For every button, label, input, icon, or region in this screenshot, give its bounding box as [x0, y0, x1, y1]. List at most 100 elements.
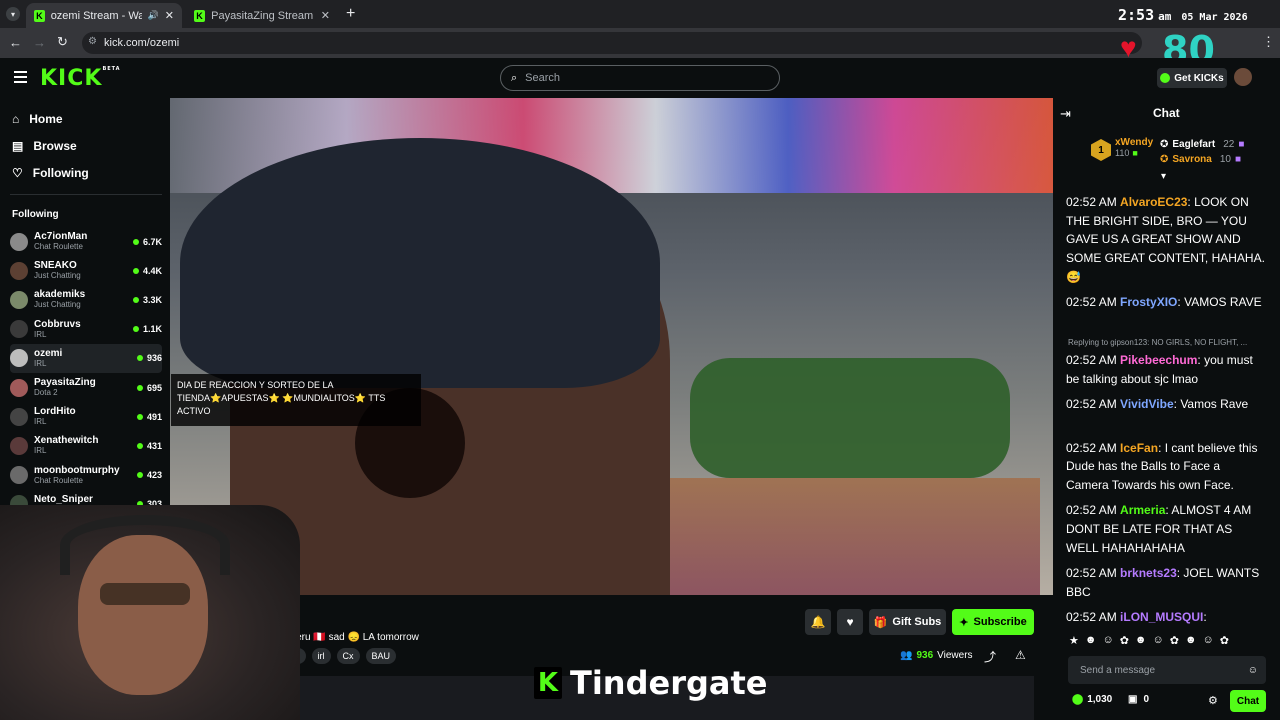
get-kicks-button[interactable]: Get KICKs [1157, 68, 1227, 88]
emote-icon[interactable]: ★ [1069, 634, 1079, 648]
followed-channel[interactable]: LordHito IRL 491 [10, 402, 162, 431]
followed-channel[interactable]: Ac7ionMan Chat Roulette 6.7K [10, 227, 162, 256]
emote-icon[interactable]: ☺ [1102, 634, 1113, 648]
message-username[interactable]: Armeria [1120, 503, 1165, 517]
followed-channel[interactable]: PayasitaZing Dota 2 695 [10, 373, 162, 402]
chat-message[interactable]: 02:52 AM iLON_MUSQUI: [1066, 608, 1266, 627]
tag-pill[interactable]: irl [311, 648, 331, 664]
emote-icon[interactable]: ☻ [1085, 634, 1097, 648]
speaker-icon: 🔊 [147, 10, 159, 20]
video-player[interactable]: DIA DE REACCION Y SORTEO DE LA TIENDA⭐AP… [170, 98, 1053, 595]
channel-text: akademiks Just Chatting [34, 289, 85, 310]
emote-icon[interactable]: ✿ [1220, 634, 1229, 648]
clock-overlay: 2:53 am 05 Mar 2026 [1118, 6, 1248, 24]
channel-avatar [10, 290, 28, 309]
forward-icon[interactable]: → [33, 35, 46, 50]
search-input[interactable]: ⌕ Search [500, 65, 780, 91]
banner-text: Tindergate [570, 664, 768, 702]
channel-category: IRL [34, 417, 47, 427]
tag-pill[interactable]: BAU [365, 648, 397, 664]
chat-message[interactable]: 02:52 AM Armeria: ALMOST 4 AM DONT BE LA… [1066, 501, 1266, 557]
url-field[interactable]: ⚙ kick.com/ozemi [82, 32, 1142, 54]
chat-input[interactable]: Send a message ☺ [1068, 656, 1266, 684]
channel-viewers: 936 [136, 353, 162, 363]
message-username[interactable]: IceFan [1120, 441, 1158, 455]
get-kicks-label: Get KICKs [1174, 72, 1224, 84]
follow-button[interactable]: ♥ [837, 609, 863, 635]
followed-channel[interactable]: akademiks Just Chatting 3.3K [10, 285, 162, 314]
live-dot-icon [136, 355, 143, 362]
emote-icon[interactable]: ☺ [1203, 634, 1214, 648]
emoji-icon[interactable]: ☺ [1248, 665, 1258, 676]
subscribe-button[interactable]: ✦ Subscribe [952, 609, 1034, 635]
kick-logo[interactable]: KICKBETA [40, 66, 121, 91]
stream-title: in peru 🇵🇪 sad 😞 LA tomorrow [280, 632, 419, 643]
chat-message[interactable]: 02:52 AM FrostyXIO: VAMOS RAVE [1066, 293, 1266, 312]
channel-viewers: 431 [136, 441, 162, 451]
channel-name: LordHito [34, 406, 76, 418]
gift-icon: ■ [1234, 154, 1242, 165]
collapse-chat-icon[interactable]: ⇥ [1060, 106, 1071, 122]
channel-category: IRL [34, 329, 47, 339]
emote-icon[interactable]: ☺ [1152, 634, 1163, 648]
channel-text: PayasitaZing Dota 2 [34, 377, 96, 398]
emote-icon[interactable]: ☻ [1185, 634, 1197, 648]
reload-icon[interactable]: ↻ [57, 34, 68, 50]
gift-subs-button[interactable]: 🎁 Gift Subs [869, 609, 946, 635]
gift-count: 0 [1143, 694, 1150, 705]
chat-message[interactable]: 02:52 AM brknets23: JOEL WANTS BBC [1066, 564, 1266, 601]
channel-points[interactable]: ⬤ 1,030 [1072, 694, 1112, 705]
message-username[interactable]: Pikebeechum [1120, 353, 1197, 367]
chat-message[interactable]: 02:52 AM Pikebeechum: you must be talkin… [1066, 351, 1266, 388]
report-icon[interactable]: ⚠ [1015, 648, 1026, 662]
chat-message[interactable]: 02:52 AM VividVibe: Vamos Rave [1066, 395, 1266, 414]
channel-viewers: 4.4K [132, 266, 162, 276]
browser-tab-ozemi[interactable]: K ozemi Stream - Watch Live 🔊 ✕ [26, 3, 182, 28]
leaderboard-expand-icon[interactable]: ▾ [1161, 171, 1166, 182]
notification-bell-button[interactable]: 🔔 [805, 609, 831, 635]
share-icon[interactable]: ⤴ [984, 648, 996, 665]
tab-close-icon[interactable]: ✕ [165, 9, 174, 22]
message-username[interactable]: VividVibe [1120, 397, 1174, 411]
leader-row[interactable]: ✪ Eaglefart 22 ■ [1160, 137, 1244, 152]
followed-channel[interactable]: ozemi IRL 936 [10, 343, 162, 373]
star-icon: ✦ [959, 616, 969, 629]
followed-channel[interactable]: moonbootmurphy Chat Roulette 423 [10, 461, 162, 490]
message-username[interactable]: FrostyXIO [1120, 295, 1177, 309]
message-time: 02:52 AM [1066, 503, 1117, 518]
chat-message[interactable]: 02:52 AM IceFan: I cant believe this Dud… [1066, 439, 1266, 495]
chat-settings-icon[interactable]: ⚙ [1208, 694, 1218, 707]
live-dot-icon [136, 442, 143, 449]
followed-channel[interactable]: Cobbruvs IRL 1.1K [10, 315, 162, 344]
tag-pill[interactable]: Cx [336, 648, 360, 664]
hamburger-menu-icon[interactable] [14, 71, 27, 83]
send-chat-button[interactable]: Chat [1230, 690, 1266, 712]
channel-name: PayasitaZing [34, 377, 96, 388]
site-info-icon[interactable]: ⚙ [88, 36, 97, 47]
message-username[interactable]: AlvaroEC23 [1120, 195, 1187, 209]
message-time: 02:52 AM [1066, 352, 1117, 367]
leader-row[interactable]: ✪ Savrona 10 ■ [1160, 152, 1244, 167]
browser-tab-payasitazing[interactable]: K PayasitaZing Stream - Watch Li... ✕ [186, 3, 338, 28]
back-icon[interactable]: ← [9, 35, 22, 50]
tab-search-icon[interactable]: ▾ [6, 7, 20, 21]
tab-close-icon[interactable]: ✕ [321, 9, 330, 22]
emote-icon[interactable]: ✿ [1120, 634, 1129, 648]
nav-following[interactable]: ♡ Following [12, 166, 89, 180]
channel-name: Xenathewitch [34, 435, 99, 447]
message-username[interactable]: brknets23 [1120, 566, 1177, 580]
nav-browse[interactable]: ▤ Browse [12, 139, 77, 153]
leaderboard-top[interactable]: xWendy 110 ■ [1115, 137, 1153, 158]
nav-home[interactable]: ⌂ Home [12, 112, 63, 126]
emote-icon[interactable]: ☻ [1135, 634, 1147, 648]
followed-channel[interactable]: SNEAKO Just Chatting 4.4K [10, 256, 162, 285]
chat-message[interactable]: 02:52 AM AlvaroEC23: LOOK ON THE BRIGHT … [1066, 193, 1266, 287]
followed-channel[interactable]: Xenathewitch IRL 431 [10, 431, 162, 460]
gift-counter[interactable]: ▣ 0 [1128, 694, 1149, 705]
emote-icon[interactable]: ✿ [1170, 634, 1179, 648]
leader-value-text: 110 [1115, 148, 1130, 158]
new-tab-icon[interactable]: + [346, 5, 355, 23]
chat-title: Chat [1153, 106, 1180, 120]
message-username[interactable]: iLON_MUSQUI [1120, 610, 1203, 624]
user-avatar[interactable] [1234, 68, 1252, 86]
